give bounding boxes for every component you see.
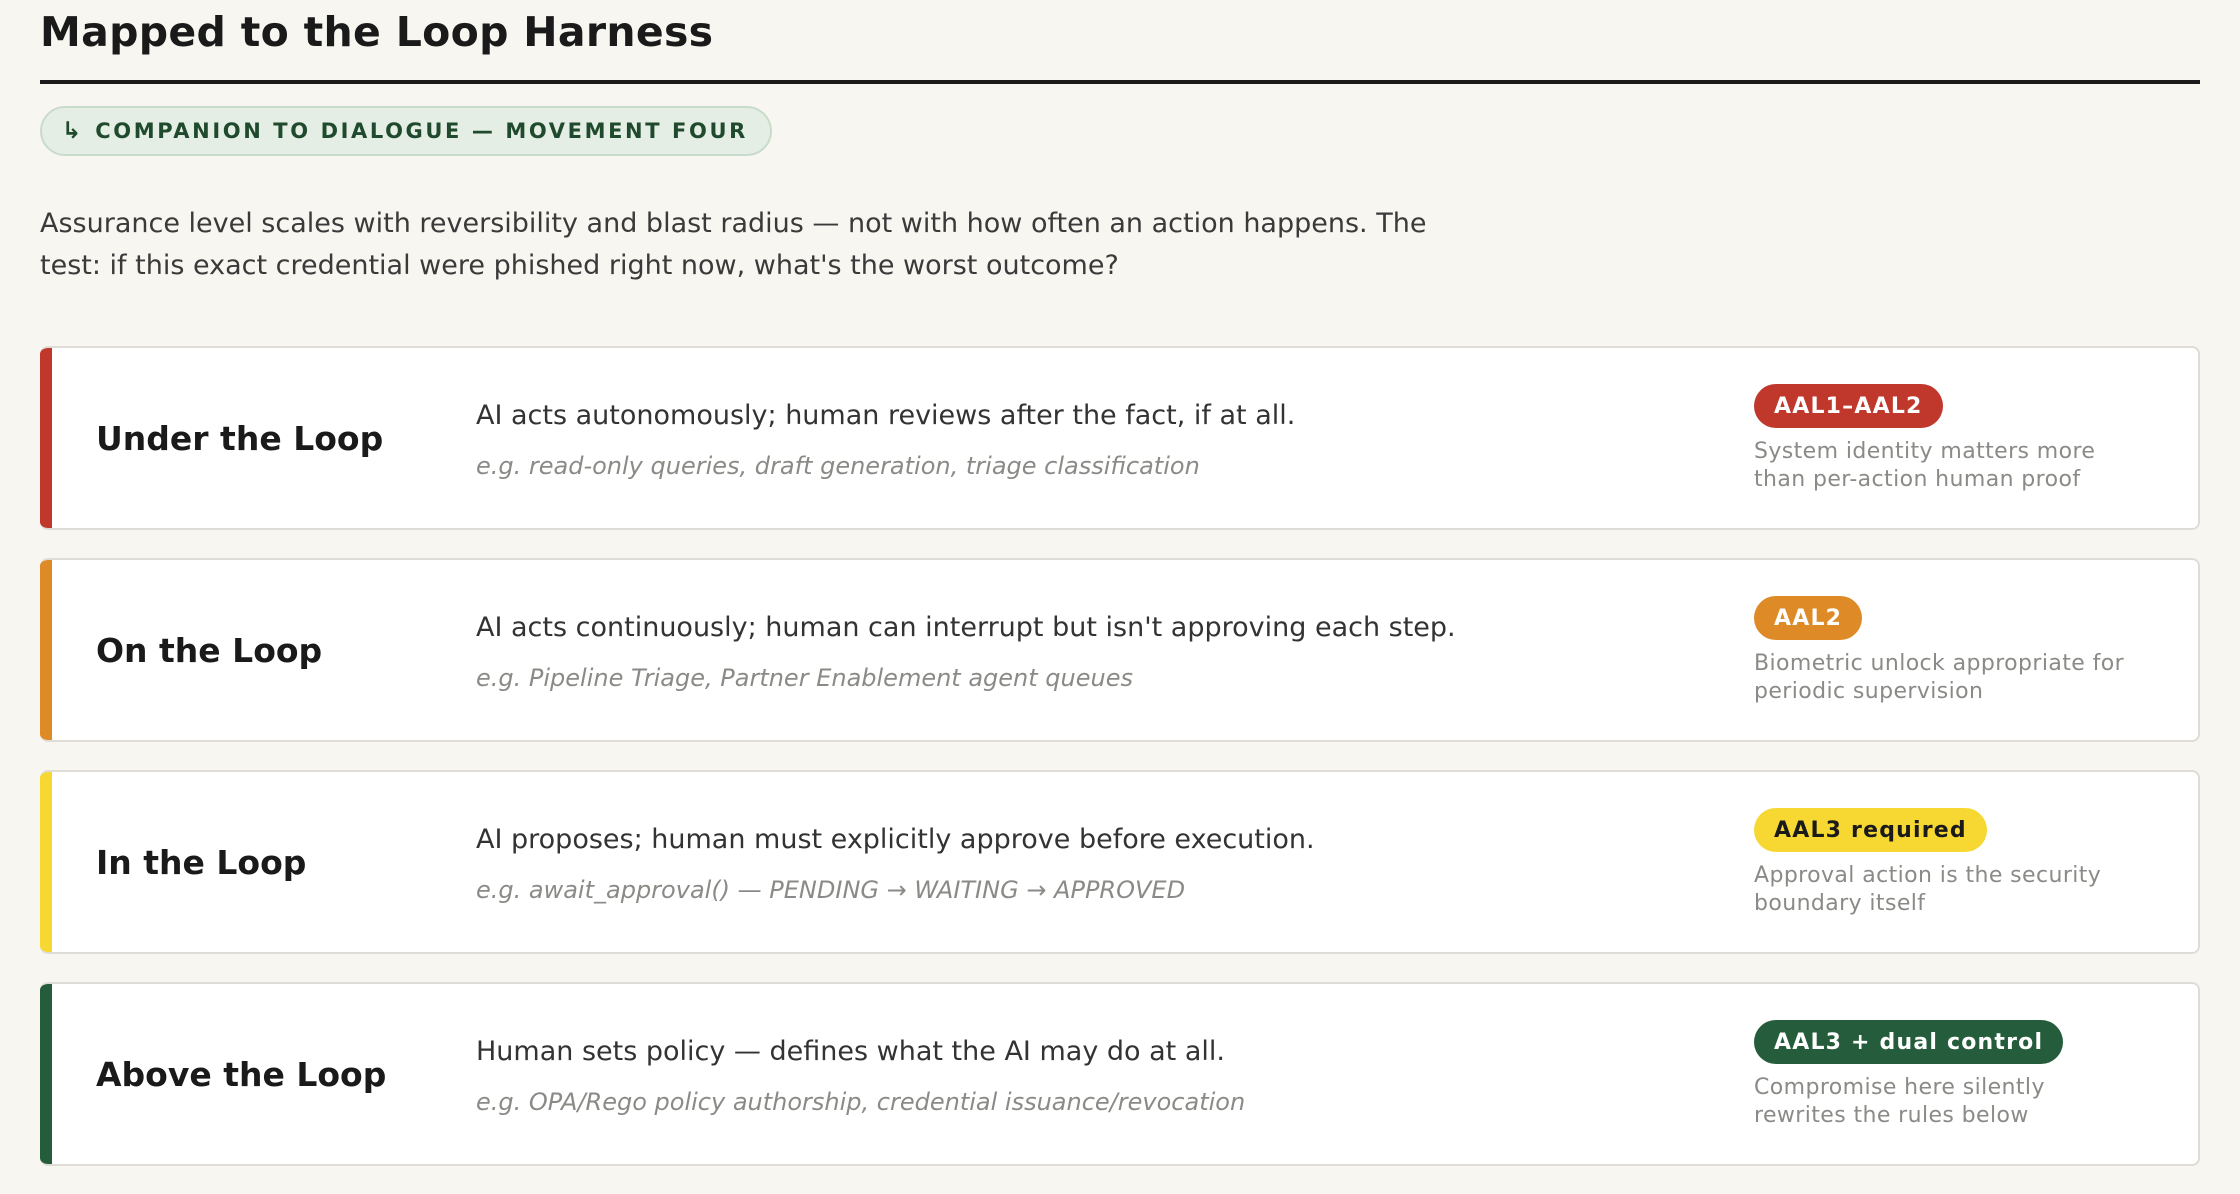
badge-note: Approval action is the security boundary…	[1754, 862, 2184, 918]
row-on-the-loop: On the Loop AI acts continuously; human …	[40, 558, 2200, 742]
row-name: Above the Loop	[96, 1054, 387, 1094]
badge-note-line-1: System identity matters more	[1754, 439, 2096, 464]
row-description: AI proposes; human must explicitly appro…	[476, 824, 1315, 855]
accent-bar	[40, 984, 52, 1164]
row-name: In the Loop	[96, 842, 307, 882]
assurance-badge: AAL1–AAL2	[1754, 384, 1943, 428]
badge-note: Biometric unlock appropriate for periodi…	[1754, 650, 2184, 706]
row-description: AI acts continuously; human can interrup…	[476, 612, 1456, 643]
assurance-badge: AAL3 required	[1754, 808, 1987, 852]
accent-bar	[40, 772, 52, 952]
intro-line-2: test: if this exact credential were phis…	[40, 250, 1119, 281]
assurance-badge: AAL2	[1754, 596, 1863, 640]
row-example: e.g. await_approval() — PENDING → WAITIN…	[476, 876, 1186, 904]
return-arrow-icon: ↳	[62, 118, 82, 144]
loop-rows: Under the Loop AI acts autonomously; hum…	[40, 346, 2200, 1194]
accent-bar	[40, 560, 52, 740]
badge-note-line-1: Approval action is the security	[1754, 863, 2102, 888]
row-example: e.g. Pipeline Triage, Partner Enablement…	[476, 664, 1133, 692]
row-above-the-loop: Above the Loop Human sets policy — defin…	[40, 982, 2200, 1166]
badge-note: Compromise here silently rewrites the ru…	[1754, 1074, 2184, 1130]
badge-note-line-1: Biometric unlock appropriate for	[1754, 651, 2125, 676]
badge-note-line-2: than per-action human proof	[1754, 467, 2081, 492]
badge-note-line-2: boundary itself	[1754, 891, 1926, 916]
badge-note-line-2: rewrites the rules below	[1754, 1103, 2029, 1128]
badge-note-line-2: periodic supervision	[1754, 679, 1984, 704]
intro-line-1: Assurance level scales with reversibilit…	[40, 208, 1427, 239]
assurance-badge: AAL3 + dual control	[1754, 1020, 2064, 1064]
row-name: Under the Loop	[96, 418, 384, 458]
companion-pill-label: COMPANION TO DIALOGUE — MOVEMENT FOUR	[95, 119, 748, 143]
badge-note: System identity matters more than per-ac…	[1754, 438, 2184, 494]
row-name: On the Loop	[96, 630, 323, 670]
accent-bar	[40, 348, 52, 528]
row-under-the-loop: Under the Loop AI acts autonomously; hum…	[40, 346, 2200, 530]
companion-pill: ↳ COMPANION TO DIALOGUE — MOVEMENT FOUR	[40, 106, 772, 156]
page-title: Mapped to the Loop Harness	[40, 8, 714, 56]
badge-note-line-1: Compromise here silently	[1754, 1075, 2045, 1100]
row-example: e.g. read-only queries, draft generation…	[476, 452, 1200, 480]
page: Mapped to the Loop Harness ↳ COMPANION T…	[0, 0, 2240, 1188]
row-example: e.g. OPA/Rego policy authorship, credent…	[476, 1088, 1246, 1116]
row-description: AI acts autonomously; human reviews afte…	[476, 400, 1296, 431]
intro-text: Assurance level scales with reversibilit…	[40, 203, 1440, 287]
row-description: Human sets policy — defines what the AI …	[476, 1036, 1225, 1067]
row-in-the-loop: In the Loop AI proposes; human must expl…	[40, 770, 2200, 954]
title-divider	[40, 80, 2200, 84]
